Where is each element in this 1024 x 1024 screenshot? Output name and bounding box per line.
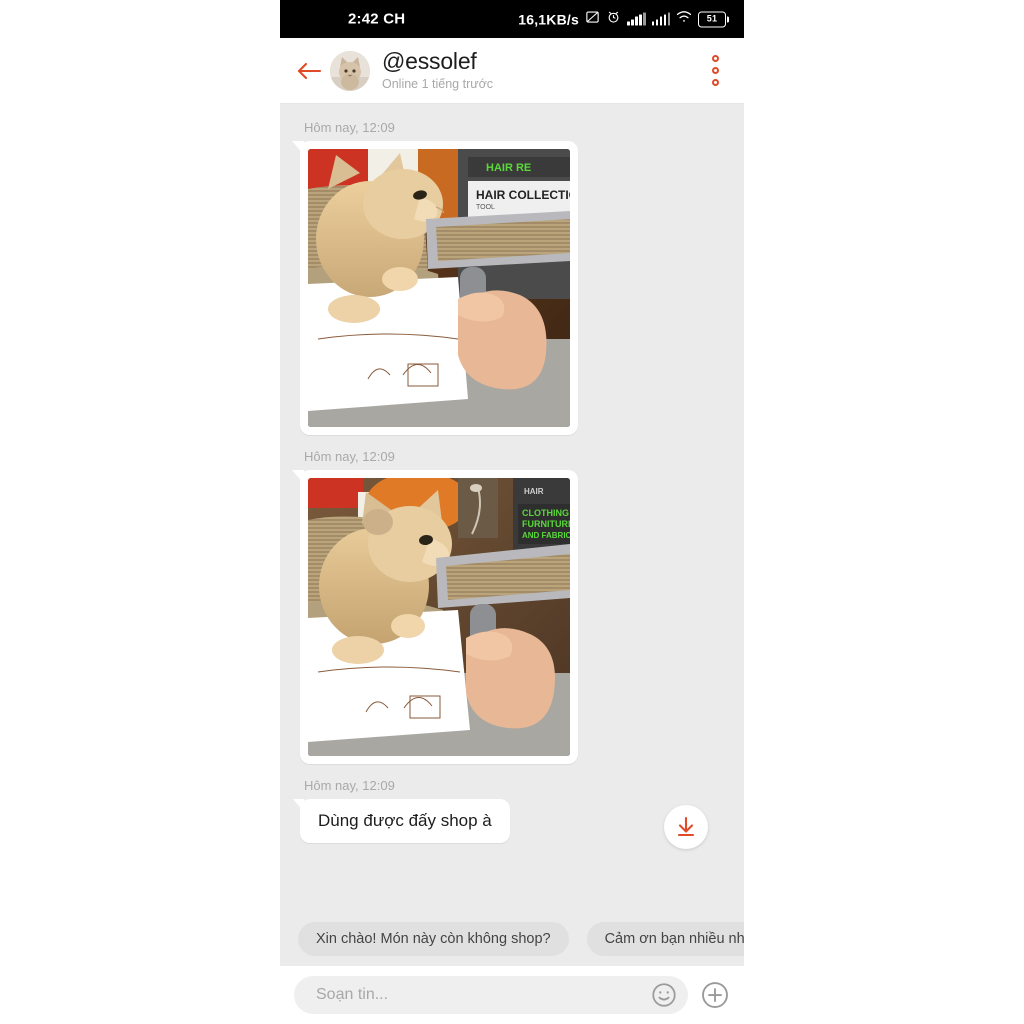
- signal-bars-icon: [651, 12, 670, 26]
- message-timestamp: Hôm nay, 12:09: [304, 449, 395, 464]
- quick-reply-bar[interactable]: Xin chào! Món này còn không shop? Cảm ơn…: [280, 911, 744, 966]
- image-message-bubble[interactable]: HAIR RE HAIR COLLECTIO TOOL CLOTHING: [292, 141, 578, 435]
- svg-text:HAIR: HAIR: [524, 487, 544, 496]
- status-bar-icons: 16,1KB/s 51: [518, 10, 730, 29]
- status-bar: 2:42 CH 16,1KB/s 51: [280, 0, 744, 38]
- alarm-icon: [606, 10, 621, 29]
- battery-icon: 51: [698, 11, 730, 27]
- phone-screen: 2:42 CH 16,1KB/s 51 @essolef Online 1 ti…: [280, 0, 744, 1024]
- message-timestamp: Hôm nay, 12:09: [304, 778, 395, 793]
- svg-text:FURNITURE: FURNITURE: [522, 519, 570, 529]
- svg-text:CLOTHING: CLOTHING: [522, 508, 569, 518]
- avatar[interactable]: [330, 50, 370, 91]
- svg-text:AND FABRICS: AND FABRICS: [522, 531, 570, 540]
- more-options-icon[interactable]: [700, 51, 730, 91]
- message-row: HAIR RE HAIR COLLECTIO TOOL CLOTHING: [280, 141, 744, 449]
- battery-level-label: 51: [706, 13, 718, 24]
- network-speed-label: 16,1KB/s: [518, 11, 579, 27]
- contact-username: @essolef: [382, 48, 477, 75]
- composer-input-wrapper[interactable]: [294, 976, 688, 1014]
- contact-info: @essolef Online 1 tiếng trước: [382, 49, 493, 91]
- mute-icon: [585, 10, 600, 29]
- signal-bars-icon: [627, 12, 646, 26]
- download-button-wrapper: [664, 805, 708, 849]
- svg-text:TOOL: TOOL: [476, 204, 495, 211]
- add-attachment-icon[interactable]: [700, 980, 730, 1010]
- download-icon[interactable]: [664, 805, 708, 849]
- message-row: Dùng được đấy shop à: [280, 799, 744, 853]
- chat-header: @essolef Online 1 tiếng trước: [280, 38, 744, 104]
- image-message-bubble[interactable]: HAIR CLOTHING FURNITURE AND FABRICS: [292, 470, 578, 764]
- message-row: HAIR CLOTHING FURNITURE AND FABRICS: [280, 470, 744, 778]
- status-bar-clock: 2:42 CH: [348, 10, 406, 28]
- message-list[interactable]: Hôm nay, 12:09 HAIR RE HAIR COLLECTIO TO…: [280, 104, 744, 911]
- cat-photo-2[interactable]: HAIR CLOTHING FURNITURE AND FABRICS: [308, 478, 570, 756]
- search-input[interactable]: [314, 985, 650, 1005]
- cat-photo-1[interactable]: HAIR RE HAIR COLLECTIO TOOL CLOTHING: [308, 149, 570, 427]
- quick-reply-chip[interactable]: Cảm ơn bạn nhiều nhé!: [586, 921, 744, 956]
- message-timestamp: Hôm nay, 12:09: [304, 120, 395, 135]
- message-composer: [280, 966, 744, 1024]
- text-message-bubble[interactable]: Dùng được đấy shop à: [293, 799, 510, 843]
- back-arrow-icon[interactable]: [290, 52, 328, 90]
- emoji-icon[interactable]: [650, 981, 678, 1009]
- svg-text:HAIR RE: HAIR RE: [486, 162, 531, 174]
- wifi-icon: [676, 11, 692, 28]
- quick-reply-chip[interactable]: Xin chào! Món này còn không shop?: [298, 921, 569, 956]
- contact-online-status: Online 1 tiếng trước: [382, 76, 494, 91]
- svg-text:HAIR COLLECTIO: HAIR COLLECTIO: [476, 188, 570, 202]
